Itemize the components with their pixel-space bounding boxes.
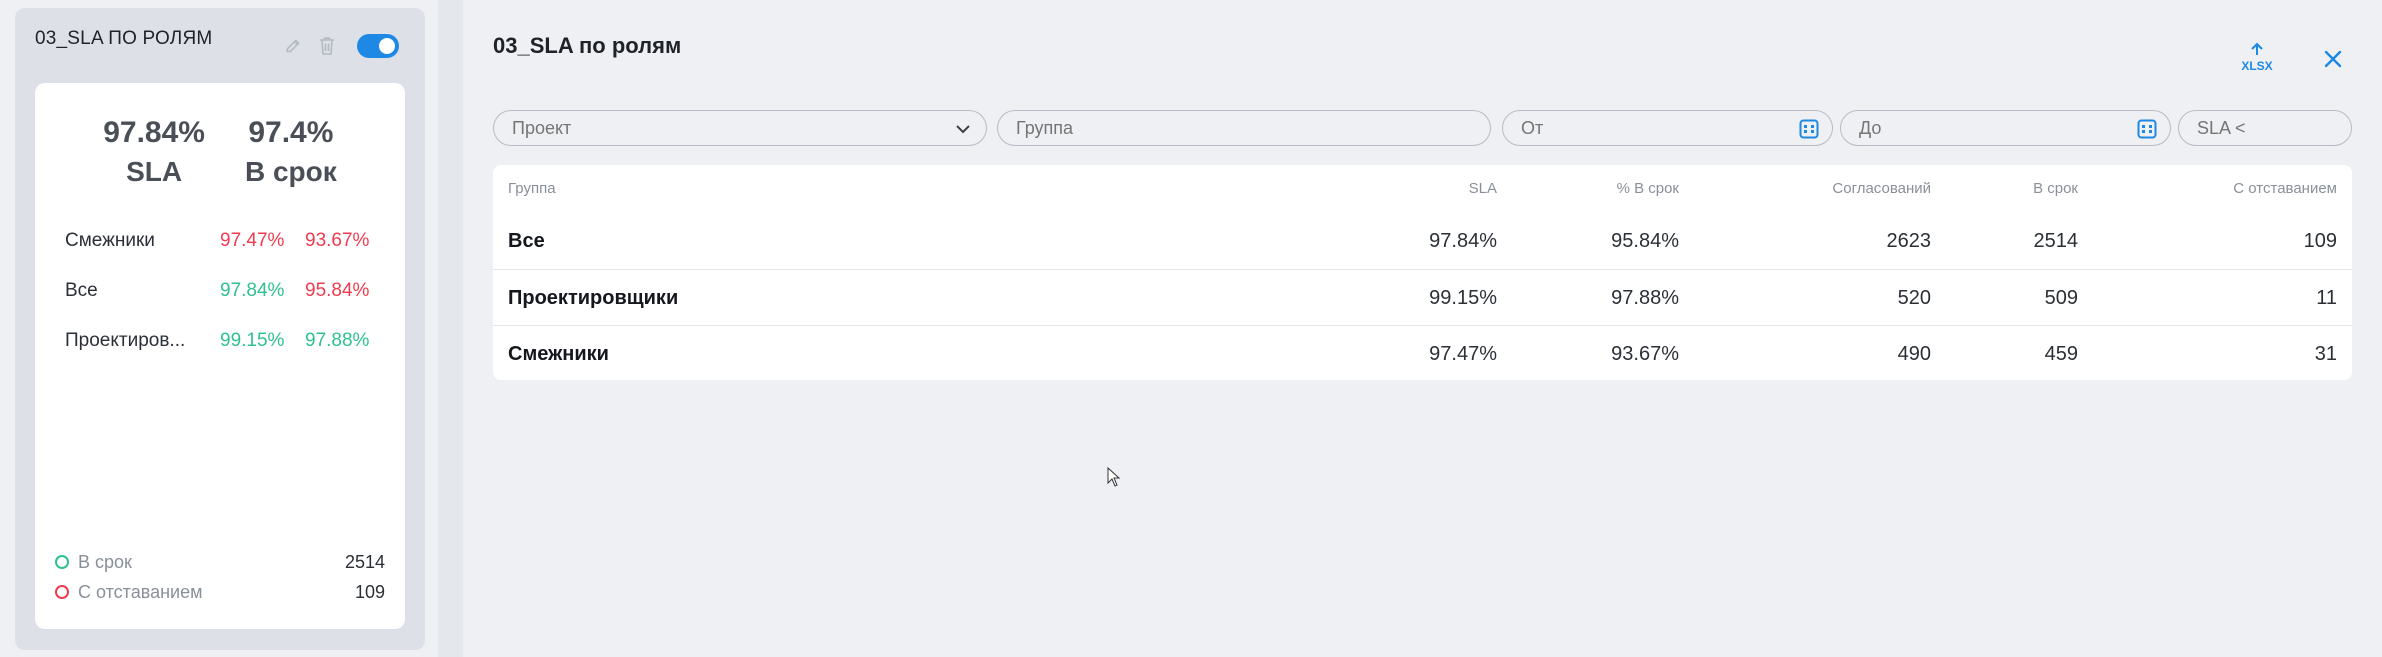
mini-row: Проектиров... 99.15% 97.88% bbox=[65, 316, 385, 366]
mini-row: Смежники 97.47% 93.67% bbox=[65, 216, 385, 266]
sla-stat: 97.84% SLA bbox=[103, 116, 205, 188]
ontime-stat: 97.4% В срок bbox=[245, 116, 337, 188]
table-row[interactable]: Смежники 97.47% 93.67% 490 459 31 bbox=[493, 325, 2352, 381]
legend-item-ontime: В срок 2514 bbox=[55, 547, 385, 577]
widget-card[interactable]: 03_SLA ПО РОЛЯМ 97.84% SLA 97.4% В срок … bbox=[15, 8, 425, 650]
mini-row-sla: 97.47% bbox=[220, 230, 285, 251]
mini-row: Все 97.84% 95.84% bbox=[65, 266, 385, 316]
col-header-late[interactable]: С отставанием bbox=[2233, 180, 2337, 197]
sla-threshold-input[interactable] bbox=[2197, 117, 2333, 139]
legend-label: С отставанием bbox=[78, 581, 203, 602]
legend-label: В срок bbox=[78, 551, 132, 572]
export-xlsx-button[interactable]: XLSX bbox=[2240, 42, 2274, 78]
date-from-field[interactable] bbox=[1502, 110, 1833, 146]
cell-group: Все bbox=[508, 230, 545, 252]
mini-row-sla: 99.15% bbox=[220, 330, 285, 351]
pencil-icon[interactable] bbox=[283, 36, 303, 56]
widget-body: 97.84% SLA 97.4% В срок Смежники 97.47% … bbox=[35, 83, 405, 629]
upload-arrow-icon bbox=[2251, 42, 2263, 55]
cell-approvals: 490 bbox=[1897, 343, 1931, 365]
mouse-pointer-icon bbox=[1107, 466, 1121, 492]
group-field[interactable] bbox=[997, 110, 1491, 146]
sla-table: Группа SLA % В срок Согласований В срок … bbox=[493, 165, 2352, 380]
sla-value: 97.84% bbox=[103, 116, 205, 149]
col-header-pct-ontime[interactable]: % В срок bbox=[1617, 180, 1679, 197]
legend: В срок 2514 С отставанием 109 bbox=[55, 547, 385, 607]
chevron-down-icon[interactable] bbox=[952, 118, 974, 140]
group-input[interactable] bbox=[1016, 117, 1472, 139]
calendar-icon[interactable] bbox=[2136, 118, 2158, 140]
export-xlsx-label: XLSX bbox=[2241, 59, 2273, 73]
widget-toolbar bbox=[283, 34, 399, 58]
col-header-group[interactable]: Группа bbox=[508, 180, 556, 197]
close-button[interactable] bbox=[2320, 46, 2346, 72]
mini-row-ontime: 93.67% bbox=[305, 230, 370, 251]
legend-value: 109 bbox=[354, 581, 385, 602]
circle-icon bbox=[55, 555, 69, 569]
mini-row-ontime: 95.84% bbox=[305, 280, 370, 301]
cell-sla: 99.15% bbox=[1429, 287, 1497, 309]
legend-value: 2514 bbox=[344, 551, 385, 572]
date-from-input[interactable] bbox=[1521, 117, 1814, 139]
cell-sla: 97.47% bbox=[1429, 343, 1497, 365]
cell-ontime: 2514 bbox=[2033, 230, 2079, 252]
table-row[interactable]: Проектировщики 99.15% 97.88% 520 509 11 bbox=[493, 269, 2352, 325]
cell-approvals: 2623 bbox=[1886, 230, 1932, 252]
cell-ontime: 459 bbox=[2044, 343, 2078, 365]
cell-group: Смежники bbox=[508, 343, 609, 365]
circle-icon bbox=[55, 585, 69, 599]
mini-row-name: Все bbox=[65, 280, 98, 301]
ontime-label: В срок bbox=[244, 156, 337, 187]
mini-row-name: Проектиров... bbox=[65, 330, 186, 351]
cell-pct-ontime: 95.84% bbox=[1611, 230, 1679, 252]
col-header-ontime[interactable]: В срок bbox=[2033, 180, 2078, 197]
cell-pct-ontime: 93.67% bbox=[1611, 343, 1679, 365]
calendar-icon[interactable] bbox=[1798, 118, 1820, 140]
mini-row-name: Смежники bbox=[65, 230, 155, 251]
ontime-value: 97.4% bbox=[248, 116, 334, 149]
table-row[interactable]: Все 97.84% 95.84% 2623 2514 109 bbox=[493, 213, 2352, 269]
widget-title: 03_SLA ПО РОЛЯМ bbox=[35, 28, 213, 49]
project-input[interactable] bbox=[512, 117, 968, 139]
cell-sla: 97.84% bbox=[1429, 230, 1497, 252]
legend-item-late: С отставанием 109 bbox=[55, 577, 385, 607]
cell-late: 11 bbox=[2316, 287, 2337, 309]
cell-late: 31 bbox=[2314, 343, 2337, 365]
mini-row-sla: 97.84% bbox=[220, 280, 285, 301]
cell-group: Проектировщики bbox=[508, 287, 679, 309]
sla-label: SLA bbox=[126, 156, 183, 187]
close-icon bbox=[2324, 50, 2342, 68]
cell-pct-ontime: 97.88% bbox=[1611, 287, 1679, 309]
trash-icon[interactable] bbox=[317, 36, 337, 56]
date-to-field[interactable] bbox=[1840, 110, 2171, 146]
widget-visibility-toggle[interactable] bbox=[357, 34, 399, 58]
sla-threshold-field[interactable] bbox=[2178, 110, 2352, 146]
col-header-sla[interactable]: SLA bbox=[1469, 180, 1497, 197]
role-mini-table: Смежники 97.47% 93.67% Все 97.84% 95.84%… bbox=[65, 216, 385, 366]
mini-row-ontime: 97.88% bbox=[305, 330, 370, 351]
cell-approvals: 520 bbox=[1897, 287, 1931, 309]
cell-ontime: 509 bbox=[2044, 287, 2078, 309]
col-header-approvals[interactable]: Согласований bbox=[1832, 180, 1931, 197]
cell-late: 109 bbox=[2303, 230, 2337, 252]
date-to-input[interactable] bbox=[1859, 117, 2152, 139]
summary-stats: 97.84% SLA 97.4% В срок bbox=[35, 116, 405, 188]
panel-divider bbox=[438, 0, 463, 657]
project-select[interactable] bbox=[493, 110, 987, 146]
panel-title: 03_SLA по ролям bbox=[493, 33, 682, 58]
